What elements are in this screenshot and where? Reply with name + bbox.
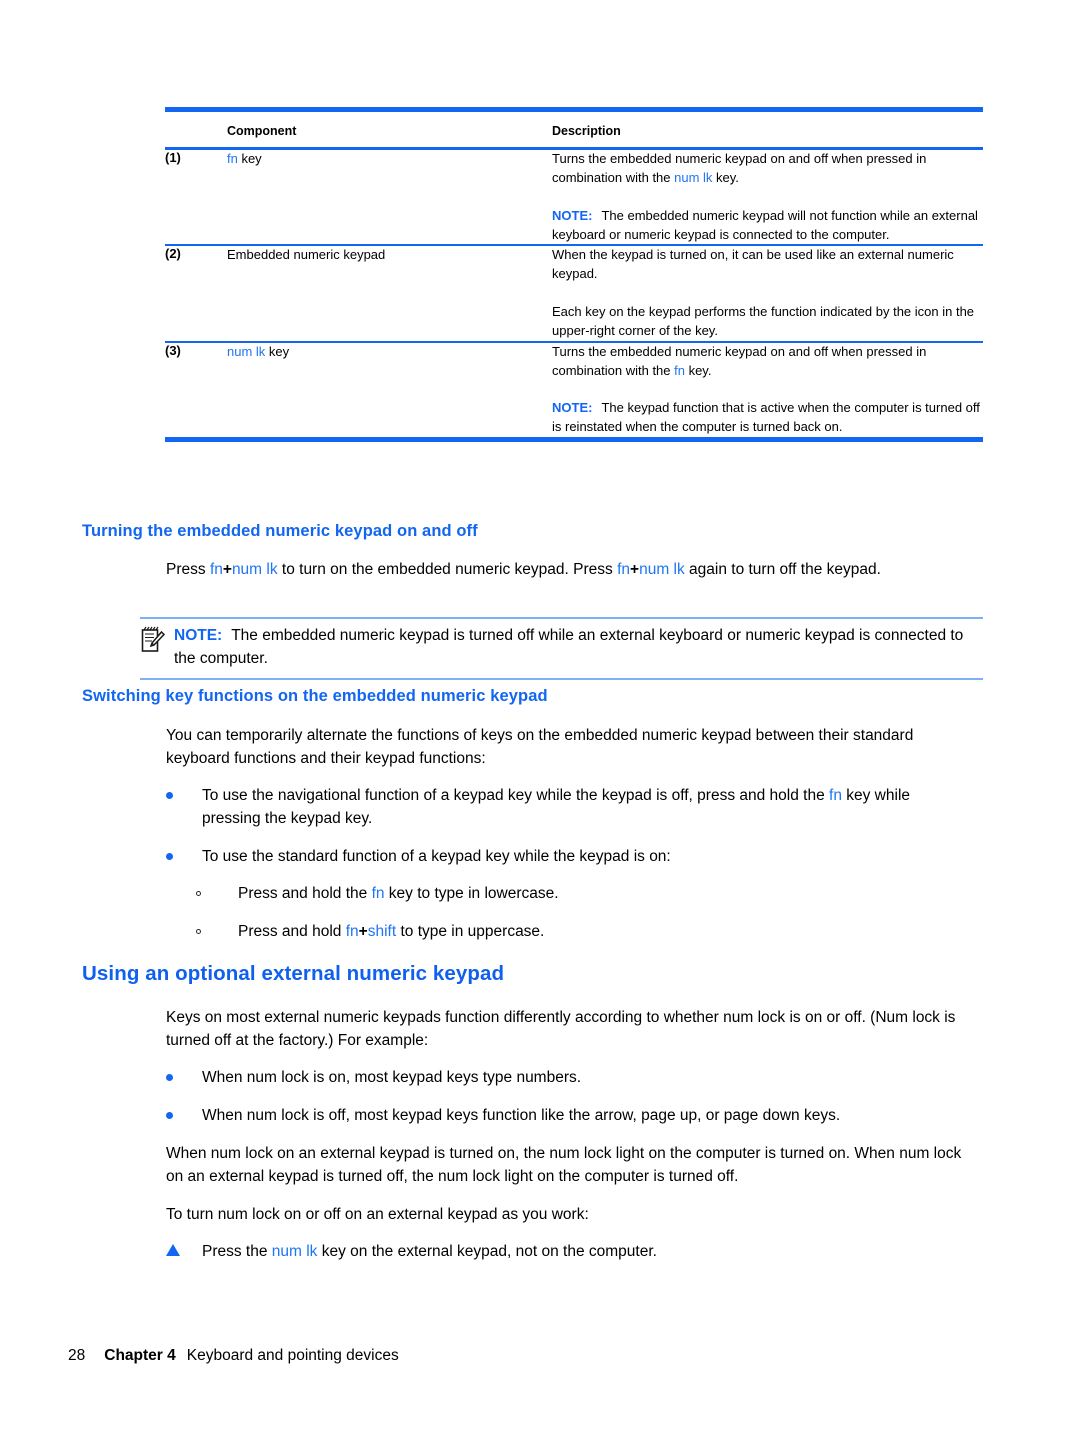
note-label: NOTE: bbox=[174, 627, 223, 644]
plus-sign: + bbox=[358, 923, 368, 940]
note-callout-body: NOTE: The embedded numeric keypad is turn… bbox=[140, 624, 983, 671]
hollow-bullet-icon bbox=[196, 891, 201, 896]
list-item: To use the navigational function of a ke… bbox=[166, 784, 966, 831]
section-heading-switching-key-functions: Switching key functions on the embedded … bbox=[82, 687, 548, 705]
keyword-num-lk: num lk bbox=[639, 561, 685, 578]
row-description: When the keypad is turned on, it can be … bbox=[552, 245, 983, 341]
description-paragraph: Turns the embedded numeric keypad on and… bbox=[552, 343, 927, 378]
keyword-fn: fn bbox=[674, 362, 685, 378]
note-label: NOTE: bbox=[552, 400, 593, 416]
procedure-step-label: Press the num lk key on the external key… bbox=[202, 1243, 657, 1260]
section2-intro-paragraph: You can temporarily alternate the functi… bbox=[166, 727, 914, 768]
list-item: When num lock is off, most keypad keys f… bbox=[166, 1104, 986, 1127]
section1-paragraph: Press fn+num lk to turn on the embedded … bbox=[166, 561, 881, 578]
section3-paragraph-num-lock-light: When num lock on an external keypad is t… bbox=[166, 1145, 962, 1186]
description-paragraph: Turns the embedded numeric keypad on and… bbox=[552, 151, 927, 185]
row-index: (3) bbox=[165, 342, 181, 358]
procedure-step: Press the num lk key on the external key… bbox=[166, 1240, 966, 1263]
note-callout: NOTE: The embedded numeric keypad is turn… bbox=[140, 617, 983, 680]
section-heading-external-numeric-keypad: Using an optional external numeric keypa… bbox=[82, 962, 505, 985]
list-item: To use the standard function of a keypad… bbox=[166, 845, 966, 868]
row-index: (1) bbox=[165, 150, 181, 165]
component-description-table: Component Description (1) fn key Turns t… bbox=[165, 107, 983, 443]
note-text: The keypad function that is active when … bbox=[552, 400, 980, 435]
keyword-shift: shift bbox=[367, 923, 397, 940]
document-page: Component Description (1) fn key Turns t… bbox=[0, 0, 1080, 1437]
description-note: NOTE: The embedded numeric keypad will no… bbox=[552, 207, 983, 245]
sub-list-item: Press and hold fn+shift to type in upper… bbox=[196, 920, 956, 943]
list-item-label: To use the standard function of a keypad… bbox=[202, 848, 671, 865]
row-component: Embedded numeric keypad bbox=[227, 247, 386, 263]
row-description: Turns the embedded numeric keypad on and… bbox=[552, 149, 983, 246]
table-header-component: Component bbox=[227, 124, 297, 138]
table-row: (2) Embedded numeric keypad When the key… bbox=[165, 245, 983, 341]
keyword-fn: fn bbox=[227, 151, 238, 166]
component-suffix: key bbox=[237, 151, 262, 166]
bullet-dot-icon bbox=[166, 1112, 173, 1119]
description-paragraph: Each key on the keypad performs the func… bbox=[552, 304, 975, 338]
plus-sign: + bbox=[222, 561, 232, 578]
row-component: fn key bbox=[227, 149, 552, 246]
keyword-num-lk: num lk bbox=[227, 343, 266, 359]
keyword-fn: fn bbox=[371, 885, 385, 902]
row-index: (2) bbox=[165, 246, 181, 262]
footer-chapter: Chapter 4 bbox=[104, 1347, 176, 1364]
table-header: Component Description bbox=[165, 110, 983, 149]
keyword-fn: fn bbox=[209, 561, 223, 578]
list-item-label: When num lock is off, most keypad keys f… bbox=[202, 1107, 841, 1124]
note-label: NOTE: bbox=[552, 207, 593, 223]
list-item-label: When num lock is on, most keypad keys ty… bbox=[202, 1069, 582, 1086]
sub-list-item-label: Press and hold the fn key to type in low… bbox=[238, 885, 559, 902]
table-header-description: Description bbox=[552, 124, 621, 138]
notepad-pencil-icon bbox=[141, 626, 166, 652]
table-row: (1) fn key Turns the embedded numeric ke… bbox=[165, 149, 983, 246]
sub-list-item-label: Press and hold fn+shift to type in upper… bbox=[238, 923, 545, 940]
row-description: Turns the embedded numeric keypad on and… bbox=[552, 342, 983, 440]
list-item: When num lock is on, most keypad keys ty… bbox=[166, 1066, 966, 1089]
list-item-label: To use the navigational function of a ke… bbox=[202, 787, 911, 828]
footer-page-number: 28 bbox=[68, 1347, 86, 1364]
description-paragraph: When the keypad is turned on, it can be … bbox=[552, 247, 954, 282]
table-row: (3) num lk key Turns the embedded numeri… bbox=[165, 341, 983, 440]
keyword-fn: fn bbox=[345, 923, 359, 940]
note-text: The embedded numeric keypad is turned of… bbox=[174, 627, 964, 668]
section-heading-turning-keypad-on-off: Turning the embedded numeric keypad on a… bbox=[82, 522, 478, 540]
bullet-dot-icon bbox=[166, 853, 173, 860]
plus-sign: + bbox=[630, 561, 640, 578]
table-header-index bbox=[165, 110, 227, 149]
triangle-step-icon bbox=[166, 1244, 180, 1256]
keyword-num-lk: num lk bbox=[271, 1243, 318, 1260]
row-component: num lk key bbox=[227, 342, 552, 440]
keyword-num-lk: num lk bbox=[674, 169, 713, 185]
section3-paragraph-to-turn-num-lock: To turn num lock on or off on an externa… bbox=[166, 1206, 589, 1223]
footer-chapter-title: Keyboard and pointing devices bbox=[186, 1347, 399, 1364]
section3-intro-paragraph: Keys on most external numeric keypads fu… bbox=[166, 1009, 956, 1050]
description-note: NOTE: The keypad function that is active … bbox=[552, 399, 983, 437]
hollow-bullet-icon bbox=[196, 929, 201, 934]
sub-list-item: Press and hold the fn key to type in low… bbox=[196, 882, 956, 905]
page-footer: 28 Chapter 4 Keyboard and pointing devices bbox=[68, 1347, 399, 1365]
note-text: The embedded numeric keypad will not fun… bbox=[552, 207, 978, 242]
keyword-fn: fn bbox=[617, 561, 631, 578]
keyword-fn: fn bbox=[829, 787, 842, 804]
keyword-num-lk: num lk bbox=[231, 561, 278, 578]
bullet-dot-icon bbox=[166, 1074, 173, 1081]
bullet-dot-icon bbox=[166, 792, 173, 799]
component-suffix: key bbox=[265, 343, 290, 359]
